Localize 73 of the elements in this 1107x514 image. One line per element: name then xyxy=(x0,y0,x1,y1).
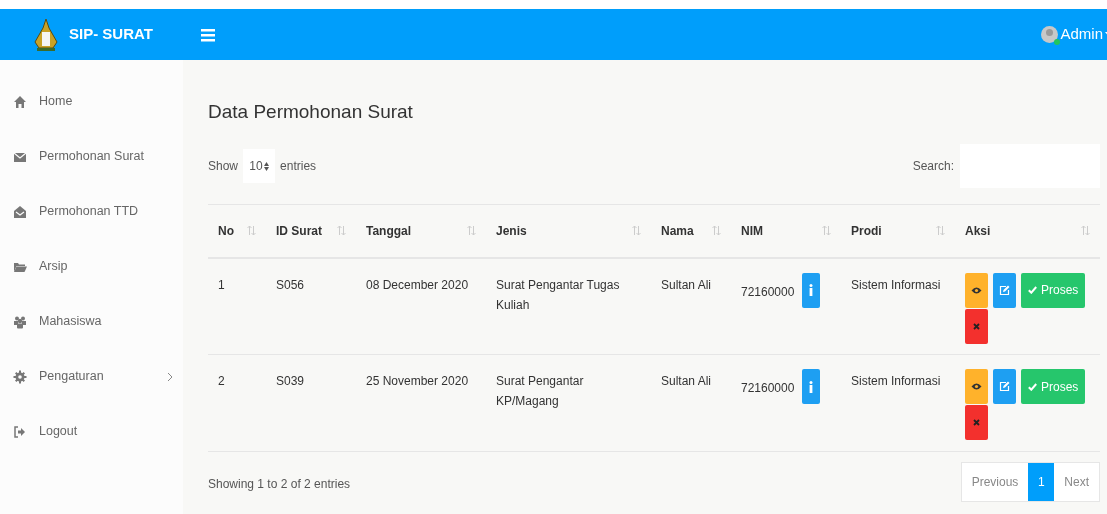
close-icon xyxy=(973,322,980,330)
table-cell: Surat Pengantar Tugas Kuliah xyxy=(486,257,651,355)
table-cell: Sultan Ali xyxy=(651,257,731,355)
sidebar-item[interactable]: Arsip xyxy=(0,239,183,294)
sort-icon xyxy=(822,225,831,237)
sidebar-item[interactable]: Permohonan Surat xyxy=(0,129,183,184)
eye-icon xyxy=(971,286,982,294)
table-cell: S039 xyxy=(266,354,356,452)
crest-logo-icon xyxy=(33,17,59,52)
sort-icon xyxy=(467,225,476,237)
entries-label: entries xyxy=(280,158,317,175)
app-title: SIP- SURAT xyxy=(69,24,153,45)
chevron-right-icon xyxy=(167,371,173,382)
sort-icon xyxy=(337,225,346,237)
edit-icon xyxy=(999,381,1010,392)
sort-icon xyxy=(247,225,256,237)
sort-icon xyxy=(1081,225,1090,237)
next-button[interactable]: Next xyxy=(1054,463,1099,501)
column-header[interactable]: Aksi xyxy=(955,204,1100,258)
open-envelope-icon xyxy=(13,204,27,219)
column-header[interactable]: NIM xyxy=(731,204,841,258)
table-info-text: Showing 1 to 2 of 2 entries xyxy=(208,476,351,493)
edit-button[interactable] xyxy=(993,369,1016,404)
table-cell: 08 December 2020 xyxy=(356,257,486,355)
table-cell: 25 November 2020 xyxy=(356,354,486,452)
check-icon xyxy=(1028,286,1037,294)
search-label: Search: xyxy=(912,158,954,175)
info-button[interactable] xyxy=(802,369,821,404)
logout-icon xyxy=(13,424,27,439)
edit-icon xyxy=(999,284,1010,296)
menu-toggle-icon[interactable] xyxy=(201,27,215,42)
info-icon xyxy=(809,284,814,296)
info-icon xyxy=(809,380,814,393)
view-button[interactable] xyxy=(965,369,988,404)
column-header[interactable]: Nama xyxy=(651,204,731,258)
eye-icon xyxy=(971,383,982,390)
sidebar-item[interactable]: Mahasiswa xyxy=(0,294,183,349)
table-cell-text: 72160000 xyxy=(741,380,795,397)
settings-icon xyxy=(13,369,27,384)
close-icon xyxy=(973,419,980,426)
sidebar-item[interactable]: Permohonan TTD xyxy=(0,184,183,239)
sidebar-item[interactable]: Pengaturan xyxy=(0,349,183,404)
page-title: Data Permohonan Surat xyxy=(208,100,414,124)
table-cell: S056 xyxy=(266,257,356,355)
sidebar-item[interactable]: Home xyxy=(0,74,183,129)
delete-button[interactable] xyxy=(965,308,988,344)
people-icon xyxy=(13,314,27,329)
show-label: Show xyxy=(208,158,239,175)
sort-icon xyxy=(712,225,721,237)
previous-button[interactable]: Previous xyxy=(961,463,1029,501)
view-button[interactable] xyxy=(965,272,988,308)
column-header[interactable]: Jenis xyxy=(486,204,651,258)
column-header[interactable]: Prodi xyxy=(841,204,955,258)
table-cell: 2 xyxy=(208,354,266,452)
table-cell: Sistem Informasi xyxy=(841,257,955,355)
sort-arrows-icon xyxy=(263,161,269,171)
table-cell-text: 72160000 xyxy=(741,283,795,301)
info-button[interactable] xyxy=(802,272,821,308)
column-header[interactable]: Tanggal xyxy=(356,204,486,258)
entries-select[interactable]: 10 xyxy=(243,149,276,183)
check-icon xyxy=(1028,382,1037,391)
column-header[interactable]: No xyxy=(208,204,266,258)
home-icon xyxy=(13,94,27,109)
sort-icon xyxy=(632,225,641,237)
column-header[interactable]: ID Surat xyxy=(266,204,356,258)
edit-button[interactable] xyxy=(993,272,1016,308)
table-cell: Sistem Informasi xyxy=(841,354,955,452)
table-cell: 1 xyxy=(208,257,266,355)
sort-icon xyxy=(936,225,945,237)
table-cell: Sultan Ali xyxy=(651,354,731,452)
table-cell: Surat Pengantar KP/Magang xyxy=(486,354,651,452)
sidebar-item[interactable]: Logout xyxy=(0,404,183,459)
avatar-icon xyxy=(1041,24,1059,45)
